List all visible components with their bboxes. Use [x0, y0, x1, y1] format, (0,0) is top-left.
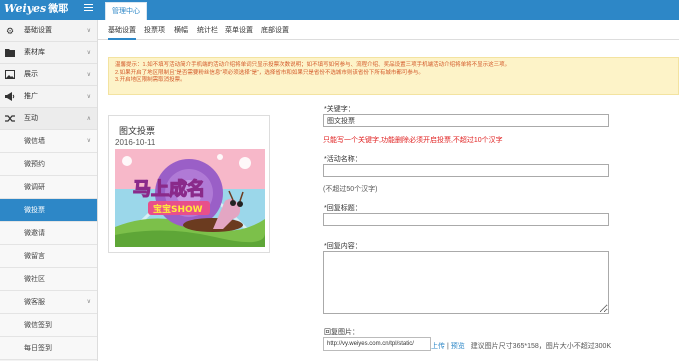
sidebar-sub-label: 微邀请 [24, 230, 45, 237]
sidebar-sub-label: 微社区 [24, 276, 45, 283]
chevron-down-icon: ∨ [86, 138, 91, 144]
activity-name-input[interactable] [323, 164, 609, 177]
separator: | [446, 343, 449, 350]
sidebar-sub-message[interactable]: 微留言 [0, 245, 97, 268]
image-actions: 上传 | 预览 建议图片尺寸365*158，图片大小不超过300K [431, 341, 611, 351]
chevron-down-icon: ∨ [86, 94, 91, 100]
image-size-hint: 建议图片尺寸365*158，图片大小不超过300K [470, 343, 612, 350]
sidebar-sub-vote[interactable]: 微投票 [0, 199, 97, 222]
keyword-warning: 只能写一个关键字,功能删除必须开启投票,不超过10个汉字 [323, 137, 503, 144]
chevron-down-icon: ∨ [86, 299, 91, 305]
reply-content-textarea[interactable] [323, 251, 609, 314]
sidebar-item-label: 展示 [24, 71, 38, 78]
keyword-input[interactable] [323, 114, 609, 127]
shuffle-icon [5, 114, 15, 124]
keyword-label: *关键字： [324, 106, 355, 113]
tab-vote-items[interactable]: 投票项 [144, 20, 165, 40]
tips-notice: 温馨提示：1.如不填写活动简介手机端的活动介绍将单词只显示投票次数说明；如不填写… [108, 57, 679, 95]
preview-link[interactable]: 预览 [451, 343, 465, 350]
sidebar-sub-label: 微预约 [24, 161, 45, 168]
chevron-up-icon: ∧ [86, 116, 91, 122]
notice-line: 2.如果开启了地区限制且“是否需要粉丝信息”项必须选择“是”，选择省市和如果只是… [115, 69, 424, 76]
sidebar-item-basic-settings[interactable]: ⚙ 基础设置 ∨ [0, 20, 97, 42]
logo-text: Weiyes [4, 2, 47, 15]
poster-illustration: 马上成名 宝宝SHOW [115, 149, 265, 247]
tab-footer-settings[interactable]: 底部设置 [261, 20, 289, 40]
reply-content-label: *回复内容： [324, 243, 362, 250]
manage-center-tab[interactable]: 管理中心 [105, 2, 147, 20]
megaphone-icon [5, 92, 15, 102]
poster-title-text: 马上成名 [133, 178, 205, 200]
activity-name-label: *活动名称： [324, 156, 362, 163]
sidebar-sub-survey[interactable]: 微调研 [0, 176, 97, 199]
poster-image: 马上成名 宝宝SHOW [115, 149, 265, 247]
sidebar-item-label: 推广 [24, 93, 38, 100]
notice-line: 3.开启地区限制需取消投票。 [115, 77, 186, 83]
reply-title-input[interactable] [323, 213, 609, 226]
sidebar-item-display[interactable]: 展示 ∨ [0, 64, 97, 86]
sidebar-sub-wall[interactable]: 微信墙 ∨ [0, 130, 97, 153]
activity-name-note: (不超过50个汉字) [323, 186, 378, 193]
card-title: 图文投票 [119, 126, 156, 136]
sidebar-sub-booking[interactable]: 微预约 [0, 153, 97, 176]
folder-icon [5, 48, 15, 58]
preview-card: 图文投票 2016-10-11 马上成名 宝宝SHOW [108, 115, 270, 253]
sidebar: ⚙ 基础设置 ∨ 素材库 ∨ 展示 ∨ 推广 ∨ 互动 ∧ 微信墙 ∨ 微预约 [0, 20, 98, 361]
notice-line: 温馨提示：1.如不填写活动简介手机端的活动介绍将单词只显示投票次数说明；如不填写… [115, 62, 511, 68]
chevron-down-icon: ∨ [86, 50, 91, 56]
sidebar-sub-invite[interactable]: 微邀请 [0, 222, 97, 245]
sidebar-sub-service[interactable]: 微客服 ∨ [0, 291, 97, 314]
sidebar-item-interaction[interactable]: 互动 ∧ [0, 108, 97, 130]
sidebar-sub-label: 微投票 [24, 207, 45, 214]
logo-cn-text: 微耶 [48, 4, 69, 15]
top-bar-strip [98, 0, 679, 20]
sidebar-sub-label: 微调研 [24, 184, 45, 191]
reply-image-label: 回复图片： [324, 329, 359, 336]
sidebar-sub-label: 微客服 [24, 299, 45, 306]
sidebar-sub-daily-checkin[interactable]: 每日签到 [0, 337, 97, 360]
sidebar-sub-label: 微信签到 [24, 322, 52, 329]
chevron-down-icon: ∨ [86, 72, 91, 78]
sidebar-sub-label: 微信墙 [24, 138, 45, 145]
top-bar: Weiyes 微耶 管理中心 [0, 0, 679, 20]
reply-image-url-input[interactable]: http://vy.weiyes.com.cn/tpl/static/ [323, 337, 431, 351]
settings-tabs: 基础设置 投票项 横幅 统计栏 菜单设置 底部设置 [98, 20, 679, 40]
tab-stats-bar[interactable]: 统计栏 [197, 20, 218, 40]
reply-title-label: *回复标题： [324, 205, 362, 212]
sidebar-sub-community[interactable]: 微社区 [0, 268, 97, 291]
chevron-down-icon: ∨ [86, 28, 91, 34]
sidebar-sub-wechat-checkin[interactable]: 微信签到 [0, 314, 97, 337]
upload-link[interactable]: 上传 [431, 343, 445, 350]
tab-basic-settings[interactable]: 基础设置 [108, 20, 136, 40]
menu-toggle-icon[interactable] [84, 4, 93, 12]
sidebar-sub-label: 每日签到 [24, 345, 52, 352]
image-icon [5, 70, 15, 80]
sidebar-item-label: 互动 [24, 115, 38, 122]
gear-icon: ⚙ [5, 26, 15, 36]
sidebar-sub-label: 微留言 [24, 253, 45, 260]
sidebar-item-promotion[interactable]: 推广 ∨ [0, 86, 97, 108]
sidebar-item-label: 基础设置 [24, 27, 52, 34]
tab-banner[interactable]: 横幅 [174, 20, 188, 40]
poster-subtitle-text: 宝宝SHOW [153, 203, 203, 215]
sidebar-item-label: 素材库 [24, 49, 45, 56]
card-date: 2016-10-11 [115, 138, 156, 147]
tab-menu-settings[interactable]: 菜单设置 [225, 20, 253, 40]
sidebar-item-material[interactable]: 素材库 ∨ [0, 42, 97, 64]
